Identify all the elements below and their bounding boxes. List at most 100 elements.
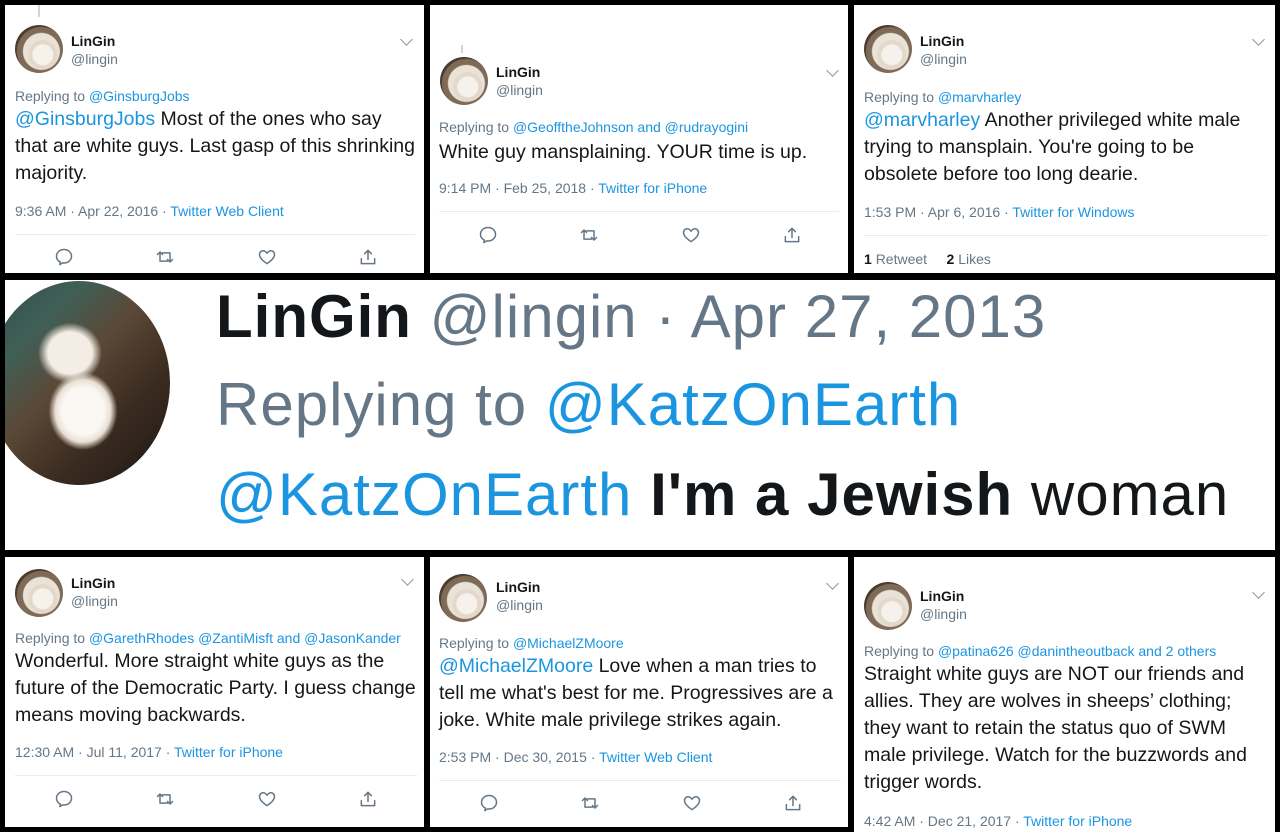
tweet-card-2[interactable]: LinGin @lingin Replying to @GeofftheJohn… [430, 5, 848, 273]
mention-link[interactable]: @MichaelZMoore [439, 655, 593, 677]
divider [15, 775, 417, 776]
like-icon[interactable] [680, 224, 702, 246]
action-bar [53, 788, 379, 810]
tweet-source[interactable]: Twitter for iPhone [1023, 813, 1132, 829]
tweet-time[interactable]: 9:36 AM · Apr 22, 2016 · [15, 203, 170, 219]
author-name[interactable]: LinGin [496, 64, 540, 80]
like-icon[interactable] [256, 788, 278, 810]
tweet-card-3[interactable]: LinGin @lingin Replying to @marvharley @… [854, 5, 1275, 273]
tweet-time[interactable]: 2:53 PM · Dec 30, 2015 · [439, 749, 599, 765]
chevron-down-icon[interactable] [826, 577, 839, 590]
replying-to: Replying to @GarethRhodes @ZantiMisft an… [15, 630, 401, 646]
replying-to: Replying to @marvharley [864, 89, 1021, 105]
retweet-icon[interactable] [154, 246, 176, 268]
replying-label: Replying to [15, 630, 86, 646]
replying-to-user[interactable]: @patina626 @danintheoutback and 2 others [938, 643, 1216, 659]
retweet-count[interactable]: 1 Retweet [864, 251, 927, 267]
author-name[interactable]: LinGin [920, 588, 964, 604]
banner-text-b: woman [1013, 461, 1230, 528]
tweet-time[interactable]: 4:42 AM · Dec 21, 2017 · [864, 813, 1023, 829]
chevron-down-icon[interactable] [400, 33, 413, 46]
replying-label: Replying to [439, 635, 510, 651]
reply-icon[interactable] [478, 792, 500, 814]
tweet-text: @MichaelZMoore Love when a man tries to … [439, 653, 841, 734]
author-name[interactable]: LinGin [496, 579, 540, 595]
tweet-meta: 4:42 AM · Dec 21, 2017 · Twitter for iPh… [864, 813, 1132, 829]
reply-icon[interactable] [53, 788, 75, 810]
tweet-text: @GinsburgJobs Most of the ones who say t… [15, 106, 415, 187]
tweet-source[interactable]: Twitter Web Client [599, 749, 712, 765]
retweet-icon[interactable] [154, 788, 176, 810]
avatar[interactable] [864, 582, 912, 630]
tweet-meta: 9:14 PM · Feb 25, 2018 · Twitter for iPh… [439, 180, 707, 196]
author-handle[interactable]: @lingin [496, 82, 543, 98]
reply-icon[interactable] [477, 224, 499, 246]
share-icon[interactable] [781, 224, 803, 246]
share-icon[interactable] [357, 788, 379, 810]
tweet-text: Wonderful. More straight white guys as t… [15, 648, 417, 729]
replying-to-user[interactable]: @GinsburgJobs [89, 88, 190, 104]
reply-icon[interactable] [53, 246, 75, 268]
divider [439, 211, 839, 212]
replying-to-user[interactable]: @GarethRhodes @ZantiMisft and @JasonKand… [89, 630, 401, 646]
chevron-down-icon[interactable] [1252, 33, 1265, 46]
tweet-source[interactable]: Twitter Web Client [170, 203, 283, 219]
share-icon[interactable] [357, 246, 379, 268]
tweet-time[interactable]: 9:14 PM · Feb 25, 2018 · [439, 180, 598, 196]
replying-label: Replying to [864, 89, 935, 105]
tweet-source[interactable]: Twitter for Windows [1012, 204, 1134, 220]
mention-link[interactable]: @marvharley [864, 109, 980, 131]
replying-to-user[interactable]: @MichaelZMoore [513, 635, 624, 651]
avatar-large[interactable] [5, 281, 170, 485]
tweet-meta: 1:53 PM · Apr 6, 2016 · Twitter for Wind… [864, 204, 1135, 220]
banner-replying-to: Replying to @KatzOnEarth [216, 370, 961, 439]
banner-mention-link[interactable]: @KatzOnEarth [216, 461, 632, 528]
author-handle[interactable]: @lingin [71, 593, 118, 609]
banner-replying-user[interactable]: @KatzOnEarth [545, 371, 961, 438]
banner-text-bold: Jewish [807, 461, 1014, 528]
banner-author-name[interactable]: LinGin [216, 283, 412, 350]
author-name[interactable]: LinGin [71, 33, 115, 49]
avatar[interactable] [864, 25, 912, 73]
tweet-meta: 2:53 PM · Dec 30, 2015 · Twitter Web Cli… [439, 749, 712, 765]
retweet-icon[interactable] [579, 792, 601, 814]
tweet-source[interactable]: Twitter for iPhone [174, 744, 283, 760]
mention-link[interactable]: @GinsburgJobs [15, 108, 155, 130]
author-handle[interactable]: @lingin [496, 597, 543, 613]
tweet-card-6[interactable]: LinGin @lingin Replying to @patina626 @d… [854, 557, 1275, 832]
chevron-down-icon[interactable] [1252, 586, 1265, 599]
replying-label: Replying to [15, 88, 86, 104]
tweet-meta: 9:36 AM · Apr 22, 2016 · Twitter Web Cli… [15, 203, 284, 219]
chevron-down-icon[interactable] [826, 64, 839, 77]
tweet-card-4[interactable]: LinGin @lingin Replying to @GarethRhodes… [5, 557, 424, 827]
retweet-icon[interactable] [578, 224, 600, 246]
tweet-card-1[interactable]: LinGin @lingin Replying to @GinsburgJobs… [5, 5, 424, 273]
chevron-down-icon[interactable] [401, 573, 414, 586]
replying-to-user[interactable]: @GeofftheJohnson and @rudrayogini [513, 119, 748, 135]
author-name[interactable]: LinGin [71, 575, 115, 591]
banner-header: LinGin @lingin · Apr 27, 2013 [216, 282, 1046, 351]
like-count[interactable]: 2 Likes [947, 251, 991, 267]
tweet-stats: 1 Retweet 2 Likes [864, 251, 991, 267]
author-handle[interactable]: @lingin [920, 606, 967, 622]
replying-to-user[interactable]: @marvharley [938, 89, 1021, 105]
author-handle[interactable]: @lingin [920, 51, 967, 67]
like-icon[interactable] [681, 792, 703, 814]
avatar[interactable] [15, 25, 63, 73]
banner-date[interactable]: · Apr 27, 2013 [638, 283, 1047, 350]
tweet-card-5[interactable]: LinGin @lingin Replying to @MichaelZMoor… [430, 557, 848, 827]
tweet-time[interactable]: 1:53 PM · Apr 6, 2016 · [864, 204, 1012, 220]
tweet-source[interactable]: Twitter for iPhone [598, 180, 707, 196]
divider [439, 780, 841, 781]
author-handle[interactable]: @lingin [71, 51, 118, 67]
banner-author-handle[interactable]: @lingin [430, 283, 638, 350]
divider [864, 235, 1268, 236]
share-icon[interactable] [782, 792, 804, 814]
like-icon[interactable] [256, 246, 278, 268]
avatar[interactable] [440, 57, 488, 105]
tweet-time[interactable]: 12:30 AM · Jul 11, 2017 · [15, 744, 174, 760]
author-name[interactable]: LinGin [920, 33, 964, 49]
avatar[interactable] [439, 574, 487, 622]
thread-line [38, 5, 40, 17]
avatar[interactable] [15, 569, 63, 617]
